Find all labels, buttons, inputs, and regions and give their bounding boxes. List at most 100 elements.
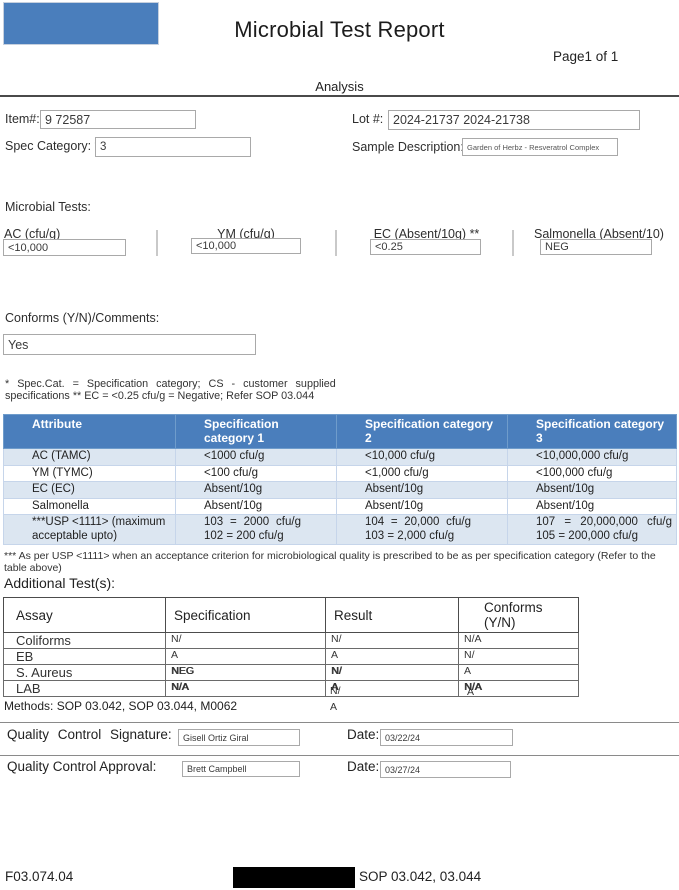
col-header-specification: Specification	[166, 598, 326, 633]
cell-assay: LAB	[4, 681, 166, 697]
cell-attribute: EC (EC)	[4, 482, 176, 499]
cell-cat3: Absent/10g	[508, 482, 677, 499]
sample-description-label: Sample Description:	[352, 140, 464, 154]
approval-date-input[interactable]	[380, 761, 511, 778]
specification-table: Attribute Specification category 1 Speci…	[3, 414, 677, 545]
table-row-usp: ***USP <1111> (maximum acceptable upto) …	[4, 515, 677, 545]
cell-cat3: 107 = 20,000,000 cfu/g 105 = 200,000 cfu…	[508, 515, 677, 545]
cell-conforms: A	[459, 665, 579, 681]
cell-result: N/	[326, 633, 459, 649]
test-input-salmonella[interactable]	[540, 239, 652, 255]
test-input-ym[interactable]	[191, 238, 301, 254]
col-header-attribute: Attribute	[4, 415, 176, 449]
conforms-input[interactable]	[3, 334, 256, 355]
cell-attribute: YM (TYMC)	[4, 465, 176, 482]
cell-specification: A	[166, 649, 326, 665]
cell-attribute: AC (TAMC)	[4, 449, 176, 466]
qc-approval-input[interactable]	[182, 761, 300, 777]
footer-form-number: F03.074.04	[5, 869, 73, 884]
cell-cat3: <100,000 cfu/g	[508, 465, 677, 482]
cell-cat2: Absent/10g	[337, 482, 508, 499]
cell-cat3: Absent/10g	[508, 498, 677, 515]
cell-cat1: Absent/10g	[176, 482, 337, 499]
col-header-cat3: Specification category 3	[508, 415, 677, 449]
cell-result: A	[326, 681, 459, 697]
cell-result: N/	[326, 665, 459, 681]
divider	[335, 230, 337, 256]
qc-approval-label: Quality Control Approval:	[7, 759, 156, 774]
table-row: AC (TAMC) <1000 cfu/g <10,000 cfu/g <10,…	[4, 449, 677, 466]
cell-cat2: 104 = 20,000 cfu/g 103 = 2,000 cfu/g	[337, 515, 508, 545]
cell-cat1: Absent/10g	[176, 498, 337, 515]
table-row: EB A A N/	[4, 649, 579, 665]
usp-footnote: *** As per USP <1111> when an acceptance…	[4, 550, 676, 574]
table-header-row: Attribute Specification category 1 Speci…	[4, 415, 677, 449]
conforms-label: Conforms (Y/N)/Comments:	[5, 311, 159, 325]
cell-cat2: <1,000 cfu/g	[337, 465, 508, 482]
test-input-ac[interactable]	[3, 239, 126, 256]
cell-assay: S. Aureus	[4, 665, 166, 681]
cell-specification: N/	[166, 633, 326, 649]
cell-cat1: <100 cfu/g	[176, 465, 337, 482]
cell-conforms: N/A	[459, 681, 579, 697]
overflow-result-text: N/	[330, 685, 341, 697]
col-header-result: Result	[326, 598, 459, 633]
table-row: EC (EC) Absent/10g Absent/10g Absent/10g	[4, 482, 677, 499]
table-row: Coliforms N/ N/ N/A	[4, 633, 579, 649]
cell-assay: EB	[4, 649, 166, 665]
footer-sop-reference: SOP 03.042, 03.044	[359, 869, 481, 884]
overflow-result-text: A	[330, 701, 337, 713]
approval-date-label: Date:	[347, 759, 379, 774]
microbial-tests-heading: Microbial Tests:	[5, 200, 91, 214]
redaction-block	[233, 867, 355, 888]
section-heading-analysis: Analysis	[0, 79, 679, 94]
signature-date-input[interactable]	[380, 729, 513, 746]
cell-cat1: 103 = 2000 cfu/g 102 = 200 cfu/g	[176, 515, 337, 545]
sample-description-input[interactable]	[462, 138, 618, 156]
lot-input[interactable]	[388, 110, 640, 130]
table-row: YM (TYMC) <100 cfu/g <1,000 cfu/g <100,0…	[4, 465, 677, 482]
divider	[0, 95, 679, 97]
test-input-ec[interactable]	[370, 239, 481, 255]
divider	[0, 722, 679, 723]
report-page: Microbial Test Report Page1 of 1 Analysi…	[0, 0, 679, 890]
cell-conforms: N/A	[459, 633, 579, 649]
methods-text: Methods: SOP 03.042, SOP 03.044, M0062	[4, 699, 237, 713]
item-label: Item#:	[5, 112, 40, 126]
cell-attribute: ***USP <1111> (maximum acceptable upto)	[4, 515, 176, 545]
cell-cat2: <10,000 cfu/g	[337, 449, 508, 466]
col-header-assay: Assay	[4, 598, 166, 633]
cell-cat3: <10,000,000 cfu/g	[508, 449, 677, 466]
col-header-cat1: Specification category 1	[176, 415, 337, 449]
signature-date-label: Date:	[347, 727, 379, 742]
table-row: S. Aureus NEG N/ A	[4, 665, 579, 681]
lot-label: Lot #:	[352, 112, 383, 126]
table-header-row: Assay Specification Result Conforms (Y/N…	[4, 598, 579, 633]
additional-tests-table: Assay Specification Result Conforms (Y/N…	[3, 597, 579, 697]
divider	[512, 230, 514, 256]
cell-cat2: Absent/10g	[337, 498, 508, 515]
cell-specification: N/A	[166, 681, 326, 697]
divider	[156, 230, 158, 256]
col-header-cat2: Specification category 2	[337, 415, 508, 449]
page-title: Microbial Test Report	[0, 17, 679, 43]
spec-note-line2: specifications ** EC = <0.25 cfu/g = Neg…	[5, 391, 457, 403]
spec-note-line1: * Spec.Cat. = Specification category; CS…	[5, 379, 457, 391]
spec-category-input[interactable]	[95, 137, 251, 157]
cell-cat1: <1000 cfu/g	[176, 449, 337, 466]
overflow-conforms-text: A	[467, 686, 474, 698]
divider	[0, 755, 679, 756]
additional-tests-heading: Additional Test(s):	[4, 575, 115, 591]
cell-attribute: Salmonella	[4, 498, 176, 515]
qc-signature-label: Quality Control Signature:	[7, 727, 172, 742]
cell-result: A	[326, 649, 459, 665]
page-indicator: Page1 of 1	[553, 49, 618, 64]
qc-signature-input[interactable]	[178, 729, 300, 746]
table-row: Salmonella Absent/10g Absent/10g Absent/…	[4, 498, 677, 515]
cell-conforms: N/	[459, 649, 579, 665]
col-header-conforms: Conforms (Y/N)	[459, 598, 579, 633]
item-input[interactable]	[40, 110, 196, 129]
table-row: LAB N/A A N/A	[4, 681, 579, 697]
spec-category-label: Spec Category: *	[5, 139, 100, 153]
cell-assay: Coliforms	[4, 633, 166, 649]
